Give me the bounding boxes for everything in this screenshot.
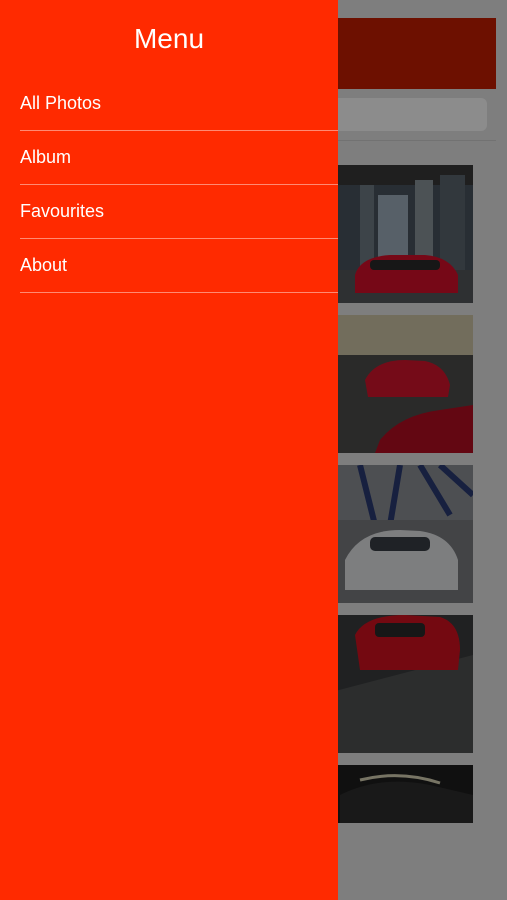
- menu-item-about[interactable]: About: [20, 239, 338, 293]
- menu-item-album[interactable]: Album: [20, 131, 338, 185]
- menu-title: Menu: [133, 23, 205, 54]
- app-screen: Menu All Photos Album Favourites About: [0, 0, 507, 900]
- menu-item-all-photos[interactable]: All Photos: [20, 77, 338, 131]
- menu-list: All Photos Album Favourites About: [20, 77, 338, 293]
- menu-item-favourites[interactable]: Favourites: [20, 185, 338, 239]
- side-menu-drawer: Menu All Photos Album Favourites About: [0, 0, 338, 900]
